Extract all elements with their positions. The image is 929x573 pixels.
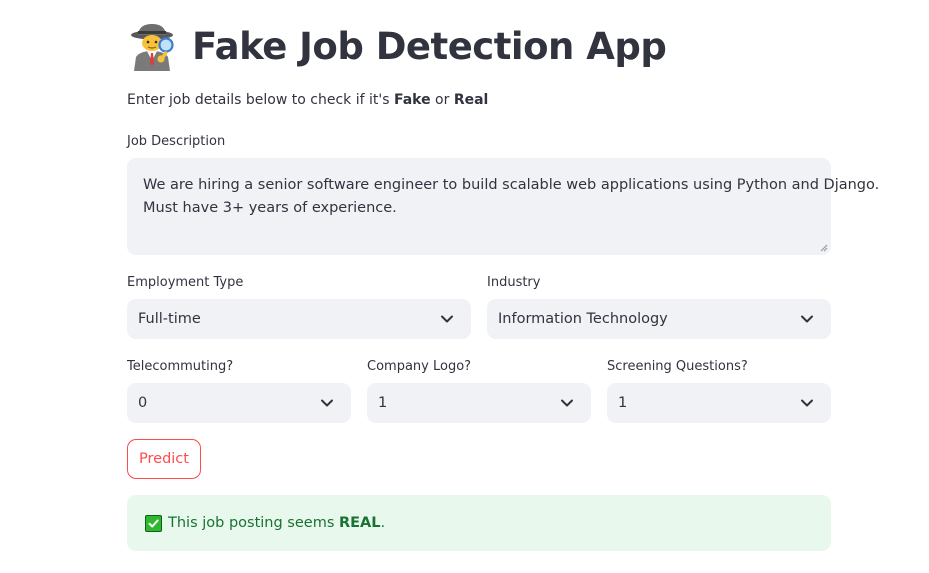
detective-icon [131, 24, 174, 71]
employment-type-label: Employment Type [127, 275, 244, 290]
result-suffix: . [380, 515, 386, 531]
employment-type-select[interactable]: Full-time [127, 299, 471, 339]
chevron-down-icon [561, 399, 573, 407]
intro-or: or [430, 92, 454, 108]
company-logo-value: 1 [378, 395, 388, 411]
title-row: Fake Job Detection App [130, 20, 667, 72]
job-description-line-1: We are hiring a senior software engineer… [143, 177, 880, 193]
employment-type-value: Full-time [138, 311, 201, 327]
intro-text: Enter job details below to check if it's… [127, 92, 488, 108]
check-mark-icon [145, 514, 162, 532]
job-description-textarea[interactable]: We are hiring a senior software engineer… [127, 158, 880, 255]
resize-grip-icon[interactable] [820, 244, 828, 252]
result-prefix: This job posting seems [168, 515, 339, 531]
result-success-alert: This job posting seems REAL. [127, 495, 831, 551]
result-verdict: REAL [338, 515, 381, 531]
screening-questions-select[interactable]: 1 [607, 383, 831, 423]
intro-prefix: Enter job details below to check if it's [127, 92, 394, 108]
intro-fake: Fake [393, 92, 431, 108]
chevron-down-icon [801, 315, 813, 323]
screening-questions-label: Screening Questions? [607, 359, 748, 374]
industry-select[interactable]: Information Technology [487, 299, 831, 339]
chevron-down-icon [801, 399, 813, 407]
result-message: This job posting seems REAL. [168, 515, 385, 531]
job-description-label: Job Description [127, 134, 226, 149]
chevron-down-icon [321, 399, 333, 407]
predict-button[interactable]: Predict [127, 439, 201, 479]
chevron-down-icon [441, 315, 453, 323]
industry-value: Information Technology [498, 311, 668, 327]
page-title: Fake Job Detection App [192, 24, 667, 68]
telecommuting-select[interactable]: 0 [127, 383, 351, 423]
job-description-line-2: Must have 3+ years of experience. [143, 200, 397, 216]
app-page: Fake Job Detection App Enter job details… [0, 0, 929, 573]
screening-questions-value: 1 [618, 395, 628, 411]
intro-real: Real [453, 92, 489, 108]
telecommuting-label: Telecommuting? [127, 359, 234, 374]
industry-label: Industry [487, 275, 541, 290]
company-logo-select[interactable]: 1 [367, 383, 591, 423]
telecommuting-value: 0 [138, 395, 148, 411]
company-logo-label: Company Logo? [367, 359, 472, 374]
